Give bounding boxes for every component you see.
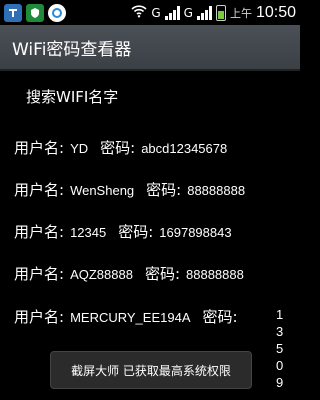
password-label: 密码:: [144, 265, 180, 283]
password-value: 88888888: [187, 183, 246, 198]
network-type-label-2: G: [183, 5, 193, 20]
wifi-list-item[interactable]: 用户名: YD 密码: abcd12345678: [14, 137, 227, 158]
ssid-value: YD: [70, 141, 89, 156]
notification-app-icon: [4, 3, 22, 22]
password-label: 密码:: [100, 139, 136, 157]
app-title: WiFi密码查看器: [12, 39, 132, 60]
ssid-value: MERCURY_EE194A: [70, 310, 191, 325]
user-label: 用户名:: [14, 308, 65, 326]
password-value: abcd12345678: [141, 141, 228, 156]
ssid-value: AQZ88888: [70, 267, 133, 282]
shield-icon: [26, 3, 44, 22]
battery-icon: [215, 4, 226, 21]
network-type-label: G: [151, 5, 161, 20]
clock: 10:50: [255, 3, 296, 21]
password-label: 密码:: [118, 223, 154, 241]
user-label: 用户名:: [14, 265, 65, 283]
wifi-list-item[interactable]: 用户名: MERCURY_EE194A 密码:: [14, 306, 238, 327]
status-bar: G G 上午 10:50: [0, 0, 300, 25]
app-title-bar: WiFi密码查看器: [0, 25, 300, 71]
password-label: 密码:: [202, 308, 238, 326]
toast-message: 截屏大师 已获取最高系统权限: [50, 351, 252, 389]
ssid-value: 12345: [70, 225, 107, 240]
wifi-list-item[interactable]: 用户名: 12345 密码: 1697898843: [14, 221, 232, 242]
password-label: 密码:: [146, 181, 182, 199]
password-value: 13509: [276, 307, 284, 390]
signal-strength-icon-2: [196, 5, 212, 20]
q-app-icon: [48, 3, 66, 22]
signal-strength-icon: [164, 5, 180, 20]
ssid-value: WenSheng: [70, 183, 135, 198]
search-wifi-button[interactable]: 搜索WIFI名字: [26, 86, 118, 107]
wifi-list-item[interactable]: 用户名: AQZ88888 密码: 88888888: [14, 263, 244, 284]
user-label: 用户名:: [14, 223, 65, 241]
wifi-list-item[interactable]: 用户名: WenSheng 密码: 88888888: [14, 179, 245, 200]
time-period: 上午: [229, 6, 252, 20]
password-value: 88888888: [186, 267, 244, 282]
password-value: 1697898843: [159, 225, 232, 240]
wifi-icon: [131, 4, 147, 21]
user-label: 用户名:: [14, 181, 65, 199]
user-label: 用户名:: [14, 139, 65, 157]
